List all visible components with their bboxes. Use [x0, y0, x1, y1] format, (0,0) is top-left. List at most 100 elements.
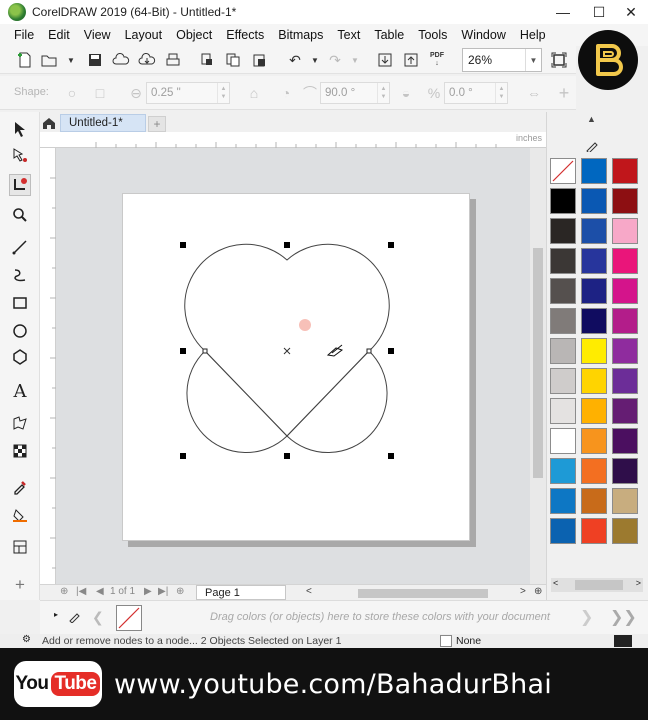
color-swatch[interactable]: [612, 368, 638, 394]
color-swatch[interactable]: [612, 218, 638, 244]
outline-width-icon[interactable]: ⊖: [128, 85, 144, 101]
menu-window[interactable]: Window: [461, 28, 505, 42]
palette-scroll-up-icon[interactable]: ▲: [587, 114, 596, 124]
minimize-button[interactable]: —: [546, 0, 580, 24]
artistic-media-icon[interactable]: [9, 264, 31, 286]
menu-bitmaps[interactable]: Bitmaps: [278, 28, 323, 42]
cloud-upload-icon[interactable]: [110, 49, 132, 71]
scroll-right-icon[interactable]: >: [520, 586, 526, 597]
color-swatch[interactable]: [581, 158, 607, 184]
color-swatch[interactable]: [550, 518, 576, 544]
import-icon[interactable]: [374, 49, 396, 71]
drawing-canvas[interactable]: [56, 148, 530, 584]
color-swatch[interactable]: [581, 338, 607, 364]
palette-scrollbar[interactable]: < >: [551, 578, 643, 592]
docpalette-no-color-swatch[interactable]: [116, 605, 142, 631]
color-swatch[interactable]: [612, 308, 638, 334]
color-swatch[interactable]: [581, 458, 607, 484]
color-swatch[interactable]: [612, 428, 638, 454]
node-handle[interactable]: [366, 348, 372, 354]
color-swatch[interactable]: [612, 518, 638, 544]
previous-page-icon[interactable]: ◀: [96, 586, 104, 597]
color-swatch[interactable]: [550, 218, 576, 244]
cloud-download-icon[interactable]: [136, 49, 158, 71]
youtube-channel-url[interactable]: www.youtube.com/BahadurBhai: [114, 669, 552, 700]
status-gear-icon[interactable]: ⚙: [22, 634, 31, 645]
close-button[interactable]: ✕: [614, 0, 648, 24]
selected-shapes[interactable]: [56, 148, 530, 584]
color-swatch[interactable]: [612, 248, 638, 274]
outline-width-field[interactable]: 0.25 " ▲ ▼: [146, 82, 230, 104]
spinner-icon[interactable]: ▲ ▼: [377, 83, 389, 103]
color-swatch[interactable]: [581, 308, 607, 334]
color-swatch[interactable]: [612, 488, 638, 514]
menu-layout[interactable]: Layout: [125, 28, 163, 42]
menu-effects[interactable]: Effects: [226, 28, 264, 42]
docpalette-next-icon[interactable]: ❯: [580, 607, 593, 627]
palette-scroll-thumb[interactable]: [575, 580, 623, 590]
last-page-icon[interactable]: ▶|: [158, 586, 168, 597]
cut-icon[interactable]: [196, 49, 218, 71]
save-icon[interactable]: [84, 49, 106, 71]
color-swatch[interactable]: [612, 338, 638, 364]
navigator-icon[interactable]: ⊕: [534, 586, 542, 597]
docpalette-eyedropper-icon[interactable]: [68, 609, 82, 626]
color-swatch[interactable]: [581, 428, 607, 454]
rectangle-tool-icon[interactable]: [9, 292, 31, 314]
tab-untitled-1[interactable]: Untitled-1*: [60, 114, 146, 132]
color-swatch[interactable]: [550, 278, 576, 304]
square-node-icon[interactable]: □: [92, 85, 108, 101]
color-swatch[interactable]: [581, 398, 607, 424]
palette-scroll-right-icon[interactable]: >: [636, 578, 641, 588]
vertical-scroll-thumb[interactable]: [533, 248, 543, 478]
next-page-icon[interactable]: ▶: [144, 586, 152, 597]
color-swatch[interactable]: [550, 458, 576, 484]
color-swatch[interactable]: [612, 458, 638, 484]
vertical-ruler[interactable]: [40, 148, 56, 584]
color-swatch[interactable]: [581, 278, 607, 304]
open-icon[interactable]: [38, 49, 60, 71]
add-page-icon[interactable]: ⊕: [60, 586, 68, 597]
docpalette-menu-icon[interactable]: ▸: [54, 610, 58, 619]
print-icon[interactable]: [162, 49, 184, 71]
color-swatch[interactable]: [612, 188, 638, 214]
color-swatch[interactable]: [550, 338, 576, 364]
menu-table[interactable]: Table: [374, 28, 404, 42]
color-swatch[interactable]: [612, 158, 638, 184]
undo-dropdown-icon[interactable]: ▼: [304, 49, 326, 71]
shape-tool-icon[interactable]: [9, 144, 31, 166]
vertical-scrollbar[interactable]: [530, 148, 546, 584]
loop-right-curve[interactable]: [204, 350, 388, 454]
first-page-icon[interactable]: |◀: [76, 586, 86, 597]
palette-scroll-left-icon[interactable]: <: [553, 578, 558, 588]
color-swatch[interactable]: [550, 188, 576, 214]
color-swatch[interactable]: [581, 188, 607, 214]
chevron-down-icon[interactable]: ▼: [525, 49, 541, 71]
node-handle[interactable]: [202, 348, 208, 354]
color-swatch[interactable]: [550, 398, 576, 424]
interactive-fill-icon[interactable]: [9, 440, 31, 462]
menu-object[interactable]: Object: [176, 28, 212, 42]
pick-tool-icon[interactable]: [9, 118, 31, 140]
crop-tool-icon[interactable]: [9, 174, 31, 196]
docpalette-prev-icon[interactable]: ❮: [92, 609, 104, 626]
color-swatch[interactable]: [581, 488, 607, 514]
color-swatch[interactable]: [612, 278, 638, 304]
transparency-icon[interactable]: ◒: [398, 85, 414, 101]
menu-view[interactable]: View: [84, 28, 111, 42]
horizontal-ruler[interactable]: inches: [40, 132, 546, 148]
color-swatch[interactable]: [550, 368, 576, 394]
no-color-swatch[interactable]: [550, 158, 576, 184]
menu-file[interactable]: File: [14, 28, 34, 42]
redo-dropdown-icon[interactable]: ▼: [344, 49, 366, 71]
maximize-button[interactable]: ☐: [582, 0, 616, 24]
add-tool-icon[interactable]: +: [9, 574, 31, 596]
add-tab-button[interactable]: +: [148, 116, 166, 132]
menu-edit[interactable]: Edit: [48, 28, 70, 42]
home-icon[interactable]: [40, 114, 58, 132]
color-swatch[interactable]: [581, 368, 607, 394]
angle-field[interactable]: 90.0 ° ▲ ▼: [320, 82, 390, 104]
polygon-tool-icon[interactable]: [9, 346, 31, 368]
full-screen-icon[interactable]: [548, 49, 570, 71]
color-swatch[interactable]: [550, 308, 576, 334]
